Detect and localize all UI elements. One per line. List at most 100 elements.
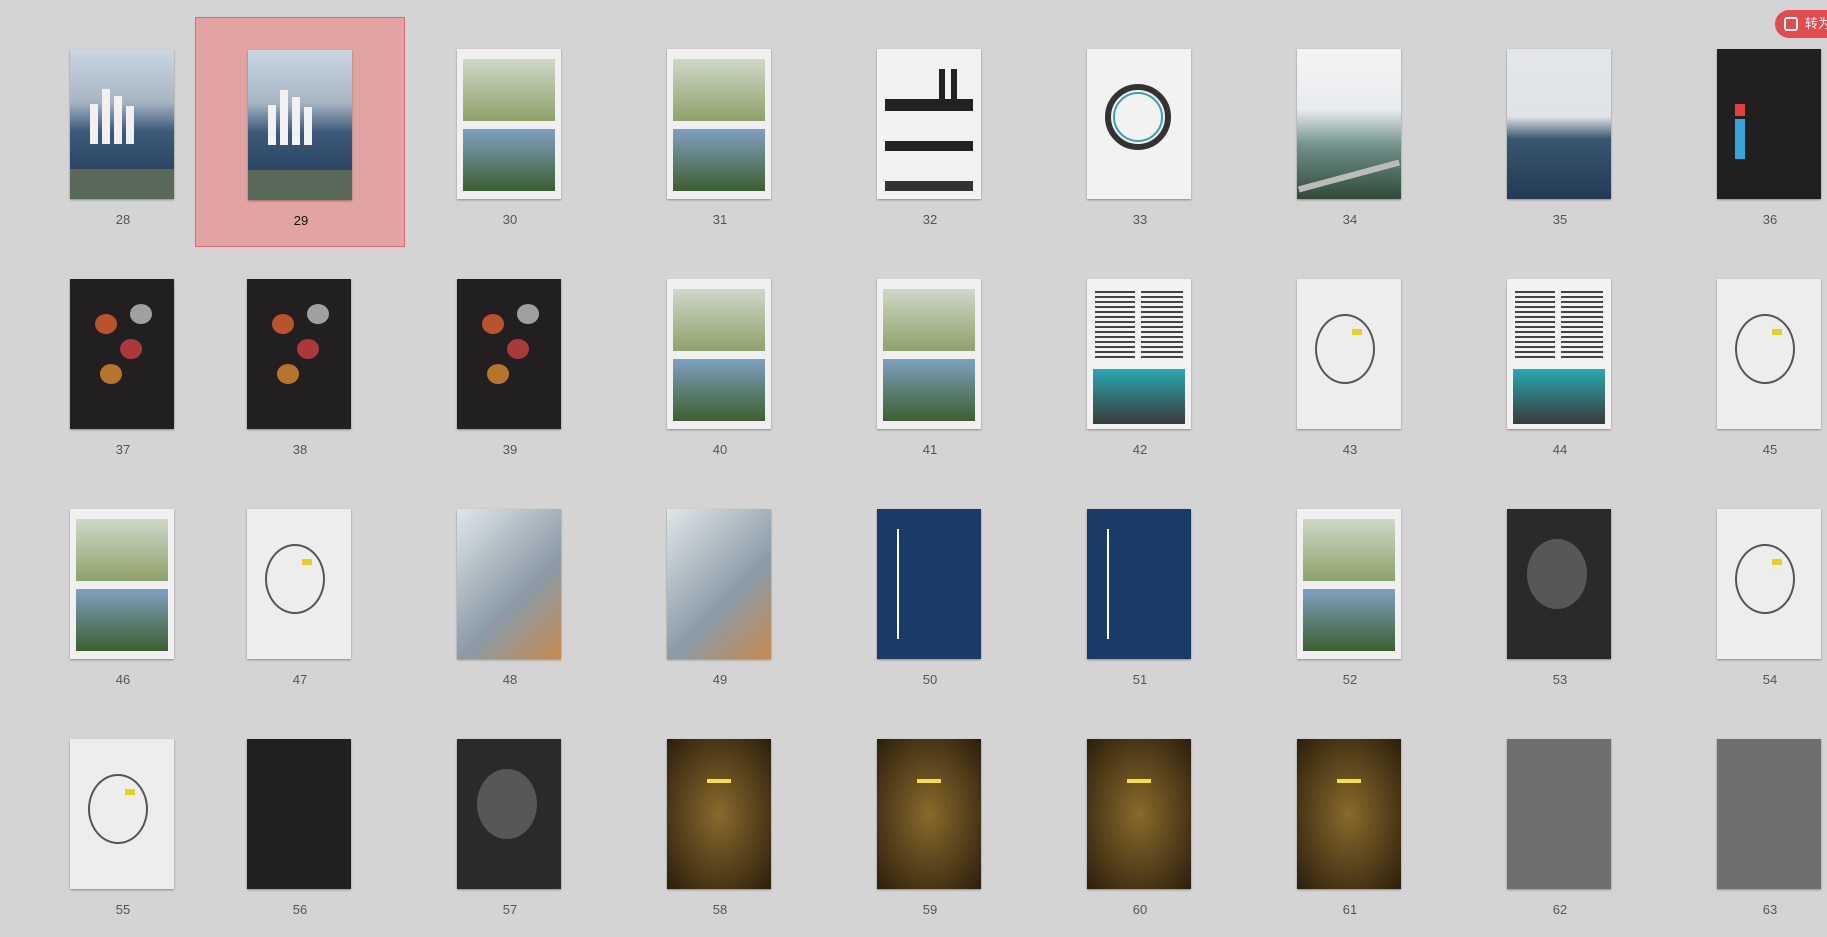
page-preview-image	[70, 739, 174, 889]
page-preview-image	[247, 509, 351, 659]
page-number-label: 59	[922, 902, 938, 917]
page-thumbnail[interactable]: 38	[195, 247, 405, 477]
page-number-label: 31	[712, 212, 728, 227]
page-number-label: 62	[1552, 902, 1568, 917]
page-thumbnail-grid: 28 29 30 31 32 33 34 35 36 37 38 39 40 41 42 43 44 45 46 47…	[0, 0, 1827, 917]
page-preview-image	[457, 49, 561, 199]
page-number-label: 48	[502, 672, 518, 687]
page-thumbnail[interactable]: 29	[195, 17, 405, 247]
page-preview-image	[70, 509, 174, 659]
page-preview-image	[1507, 739, 1611, 889]
page-number-label: 56	[292, 902, 308, 917]
convert-button-label: 转为	[1805, 16, 1827, 31]
page-thumbnail[interactable]: 40	[615, 247, 825, 477]
page-preview-image	[1297, 509, 1401, 659]
page-number-label: 63	[1762, 902, 1778, 917]
page-number-label: 40	[712, 442, 728, 457]
page-preview-image	[667, 509, 771, 659]
page-thumbnail[interactable]: 33	[1035, 17, 1245, 247]
page-number-label: 41	[922, 442, 938, 457]
page-number-label: 57	[502, 902, 518, 917]
page-thumbnail[interactable]: 51	[1035, 477, 1245, 707]
page-preview-image	[1717, 279, 1821, 429]
page-preview-image	[247, 739, 351, 889]
page-thumbnail[interactable]: 41	[825, 247, 1035, 477]
page-number-label: 30	[502, 212, 518, 227]
page-preview-image	[1717, 49, 1821, 199]
page-thumbnail[interactable]: 44	[1455, 247, 1665, 477]
page-thumbnail[interactable]: 58	[615, 707, 825, 937]
page-thumbnail[interactable]: 42	[1035, 247, 1245, 477]
page-thumbnail[interactable]: 49	[615, 477, 825, 707]
page-number-label: 39	[502, 442, 518, 457]
page-thumbnail[interactable]: 59	[825, 707, 1035, 937]
page-number-label: 33	[1132, 212, 1148, 227]
page-preview-image	[877, 49, 981, 199]
page-number-label: 60	[1132, 902, 1148, 917]
page-number-label: 61	[1342, 902, 1358, 917]
page-thumbnail[interactable]: 60	[1035, 707, 1245, 937]
page-preview-image	[1507, 509, 1611, 659]
page-thumbnail[interactable]: 36	[1665, 17, 1827, 247]
page-preview-image	[1297, 49, 1401, 199]
page-preview-image	[877, 739, 981, 889]
page-preview-image	[1087, 509, 1191, 659]
page-preview-image	[667, 49, 771, 199]
page-number-label: 29	[293, 213, 309, 228]
page-number-label: 38	[292, 442, 308, 457]
page-preview-image	[667, 279, 771, 429]
page-preview-image	[457, 279, 561, 429]
page-thumbnail[interactable]: 53	[1455, 477, 1665, 707]
page-thumbnail[interactable]: 43	[1245, 247, 1455, 477]
page-number-label: 45	[1762, 442, 1778, 457]
page-thumbnail[interactable]: 39	[405, 247, 615, 477]
page-number-label: 43	[1342, 442, 1358, 457]
page-preview-image	[247, 279, 351, 429]
page-thumbnail[interactable]: 47	[195, 477, 405, 707]
page-thumbnail[interactable]: 35	[1455, 17, 1665, 247]
page-thumbnail[interactable]: 52	[1245, 477, 1455, 707]
page-preview-image	[1297, 739, 1401, 889]
page-thumbnail[interactable]: 31	[615, 17, 825, 247]
page-number-label: 54	[1762, 672, 1778, 687]
page-thumbnail[interactable]: 63	[1665, 707, 1827, 937]
page-preview-image	[70, 279, 174, 429]
page-thumbnail[interactable]: 57	[405, 707, 615, 937]
page-number-label: 42	[1132, 442, 1148, 457]
page-thumbnail[interactable]: 62	[1455, 707, 1665, 937]
page-preview-image	[1087, 739, 1191, 889]
page-number-label: 47	[292, 672, 308, 687]
page-preview-image	[877, 279, 981, 429]
page-preview-image	[1717, 509, 1821, 659]
page-thumbnail[interactable]: 50	[825, 477, 1035, 707]
page-number-label: 34	[1342, 212, 1358, 227]
page-thumbnail[interactable]: 54	[1665, 477, 1827, 707]
page-preview-image	[70, 49, 174, 199]
page-thumbnail[interactable]: 30	[405, 17, 615, 247]
page-preview-image	[877, 509, 981, 659]
page-number-label: 58	[712, 902, 728, 917]
page-thumbnail[interactable]: 45	[1665, 247, 1827, 477]
page-number-label: 49	[712, 672, 728, 687]
page-number-label: 36	[1762, 212, 1778, 227]
page-preview-image	[1717, 739, 1821, 889]
page-preview-image	[1087, 49, 1191, 199]
page-number-label: 35	[1552, 212, 1568, 227]
page-number-label: 32	[922, 212, 938, 227]
page-number-label: 50	[922, 672, 938, 687]
convert-icon	[1784, 17, 1798, 31]
page-thumbnail[interactable]: 34	[1245, 17, 1455, 247]
convert-button[interactable]: 转为	[1775, 10, 1827, 38]
page-preview-image	[457, 509, 561, 659]
page-number-label: 44	[1552, 442, 1568, 457]
page-number-label: 51	[1132, 672, 1148, 687]
page-thumbnail[interactable]: 32	[825, 17, 1035, 247]
page-thumbnail[interactable]: 56	[195, 707, 405, 937]
page-number-label: 52	[1342, 672, 1358, 687]
page-preview-image	[667, 739, 771, 889]
page-thumbnail[interactable]: 48	[405, 477, 615, 707]
page-preview-image	[1087, 279, 1191, 429]
page-thumbnail[interactable]: 61	[1245, 707, 1455, 937]
page-preview-image	[457, 739, 561, 889]
page-preview-image	[1507, 279, 1611, 429]
